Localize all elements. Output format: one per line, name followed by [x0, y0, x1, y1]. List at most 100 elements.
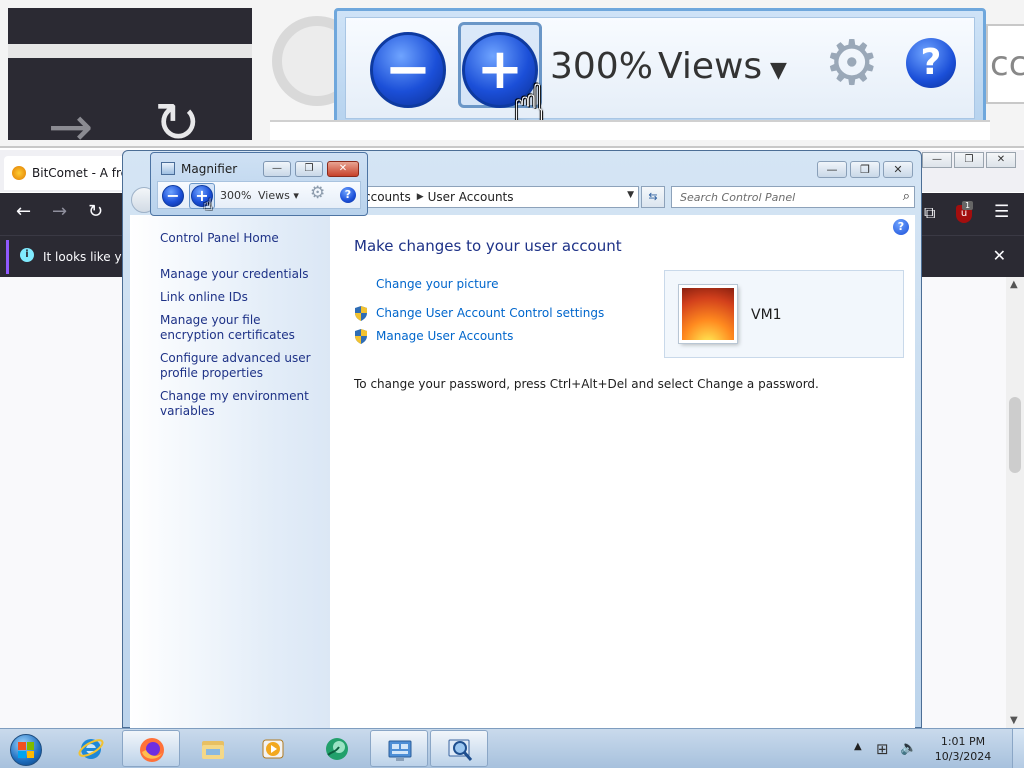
notice-close-icon[interactable]: ✕	[993, 246, 1006, 265]
cp-sidebar: Control Panel Home Manage your credentia…	[130, 215, 330, 728]
gear-icon[interactable]: ⚙	[310, 185, 325, 202]
sidebar-manage-credentials[interactable]: Manage your credentials	[160, 267, 320, 282]
sidebar-control-panel-home[interactable]: Control Panel Home	[160, 231, 320, 246]
tab-title: BitComet - A free	[32, 166, 136, 180]
network-icon[interactable]: ⊞	[876, 740, 889, 758]
lens-firefox-fragment: → ↻	[8, 8, 252, 146]
taskbar-control-panel[interactable]	[370, 730, 428, 767]
cp-refresh-button[interactable]: ⇆	[641, 186, 665, 208]
volume-muted-icon[interactable]: 🔈	[900, 740, 917, 756]
page-title: Make changes to your user account	[354, 237, 622, 255]
user-name: VM1	[751, 307, 782, 323]
views-label[interactable]: Views	[258, 189, 290, 202]
taskbar-magnifier[interactable]	[430, 730, 488, 767]
start-button[interactable]	[4, 731, 48, 767]
taskbar-firefox[interactable]	[122, 730, 180, 767]
change-picture-link[interactable]: Change your picture	[376, 277, 498, 291]
firefox-window-controls: — ❐ ✕	[922, 152, 1016, 168]
lens-search-fragment: cc	[986, 24, 1024, 104]
views-dropdown[interactable]: Views ▾	[258, 189, 299, 202]
search-input[interactable]	[672, 187, 882, 207]
change-uac-settings-link[interactable]: Change User Account Control settings	[376, 306, 604, 320]
lens-help-icon: ?	[906, 38, 956, 88]
media-player-icon	[262, 739, 284, 759]
magnifier-toolbar: − + 300% Views ▾ ⚙ ?	[157, 181, 361, 209]
user-account-card: VM1	[664, 270, 904, 358]
breadcrumb-user-accounts[interactable]: User Accounts	[428, 190, 514, 204]
user-picture-flower[interactable]	[679, 285, 737, 343]
sidebar-advanced-profile[interactable]: Configure advanced user profile properti…	[160, 351, 320, 381]
system-tray: ▲ ⊞ 🔈 1:01 PM 10/3/2024	[854, 729, 1024, 768]
taskbar-bitcomet[interactable]	[308, 730, 366, 767]
hand-cursor-icon: ☝	[203, 195, 213, 214]
magnifier-app-icon	[161, 162, 175, 175]
taskbar-internet-explorer[interactable]	[62, 730, 120, 767]
taskbar-file-explorer[interactable]	[184, 730, 242, 767]
lens-magnifier-toolbar: − + 300% Views ▼ ⚙ ? ☝	[334, 8, 986, 134]
lens-chevron-down-icon: ▼	[770, 58, 787, 83]
cp-search-box[interactable]: ⌕	[671, 186, 915, 208]
ublock-badge: 1	[962, 201, 974, 210]
password-note: To change your password, press Ctrl+Alt+…	[354, 377, 819, 391]
sidebar-link-online-ids[interactable]: Link online IDs	[160, 290, 320, 305]
firefox-icon	[140, 738, 164, 762]
bitcomet-icon	[326, 738, 348, 760]
lens-zoom-level: 300%	[550, 46, 653, 87]
clock[interactable]: 1:01 PM 10/3/2024	[930, 734, 996, 764]
magnifier-lens-view: → ↻ − + 300% Views ▼ ⚙ ? ☝ cc	[0, 0, 1024, 148]
scroll-thumb[interactable]	[1009, 397, 1021, 473]
magnifier-window: Magnifier — ❐ ✕ − + 300% Views ▾ ⚙ ? ☝	[150, 152, 368, 216]
arrow-left-icon[interactable]: ←	[16, 203, 31, 221]
restore-button[interactable]: ❐	[954, 152, 984, 168]
clock-date[interactable]: 10/3/2024	[930, 749, 996, 764]
sidebar-environment-variables[interactable]: Change my environment variables	[160, 389, 320, 419]
zoom-level: 300%	[220, 189, 252, 202]
cp-main: ? Make changes to your user account Chan…	[330, 215, 915, 728]
magnifier-minimize-button[interactable]: —	[263, 161, 291, 177]
taskbar-media-player[interactable]	[244, 730, 302, 767]
uac-shield-icon	[355, 306, 367, 321]
file-explorer-icon	[202, 741, 224, 759]
extensions-icon[interactable]: ⧉	[924, 203, 935, 223]
sidebar-file-encryption[interactable]: Manage your file encryption certificates	[160, 313, 320, 343]
cp-body: Control Panel Home Manage your credentia…	[130, 215, 915, 728]
scroll-up-icon[interactable]: ▲	[1010, 279, 1018, 290]
control-panel-window: — ❐ ✕ ccounts ▶ User Accounts ▼ ⇆ ⌕ Cont…	[122, 150, 922, 728]
show-desktop-button[interactable]	[1012, 729, 1024, 768]
magnifier-help-icon[interactable]: ?	[340, 187, 356, 203]
arrow-right-icon[interactable]: →	[52, 203, 67, 221]
cp-close-button[interactable]: ✕	[883, 161, 913, 178]
cp-maximize-button[interactable]: ❐	[850, 161, 880, 178]
cp-address-bar[interactable]: ccounts ▶ User Accounts ▼	[355, 186, 639, 208]
tray-expand-icon[interactable]: ▲	[854, 741, 862, 752]
lens-views-label: Views	[658, 46, 763, 87]
menu-icon[interactable]: ☰	[994, 202, 1009, 222]
scroll-down-icon[interactable]: ▼	[1010, 715, 1018, 726]
firefox-scrollbar[interactable]: ▲ ▼	[1006, 277, 1024, 728]
magnifier-close-button[interactable]: ✕	[327, 161, 359, 177]
minimize-button[interactable]: —	[922, 152, 952, 168]
cp-minimize-button[interactable]: —	[817, 161, 847, 178]
magnifier-maximize-button[interactable]: ❐	[295, 161, 323, 177]
chevron-down-icon[interactable]: ▾	[293, 189, 299, 202]
lens-gear-icon: ⚙	[824, 26, 880, 99]
help-icon[interactable]: ?	[893, 219, 909, 235]
clock-time[interactable]: 1:01 PM	[930, 734, 996, 749]
magnifier-icon	[448, 739, 473, 761]
zoom-out-button[interactable]: −	[162, 185, 184, 207]
close-button[interactable]: ✕	[986, 152, 1016, 168]
search-icon[interactable]: ⌕	[903, 189, 910, 204]
magnifier-title: Magnifier	[181, 162, 238, 176]
reload-icon[interactable]: ↻	[88, 203, 103, 221]
cp-window-controls: — ❐ ✕	[817, 161, 913, 178]
breadcrumb-separator-icon[interactable]: ▶	[411, 192, 428, 202]
bitcomet-favicon-icon	[12, 166, 26, 180]
uac-shield-icon	[355, 329, 367, 344]
firefox-toolbar-right: ⧉ u 1 ☰	[922, 193, 1024, 235]
lens-toolbar-inner: − + 300% Views ▼ ⚙ ? ☝	[345, 17, 975, 134]
manage-user-accounts-link[interactable]: Manage User Accounts	[376, 329, 513, 343]
lens-address-fragment	[270, 120, 990, 140]
lens-reload-icon: ↻	[154, 91, 201, 148]
address-dropdown-icon[interactable]: ▼	[627, 190, 634, 200]
internet-explorer-icon	[78, 739, 104, 759]
